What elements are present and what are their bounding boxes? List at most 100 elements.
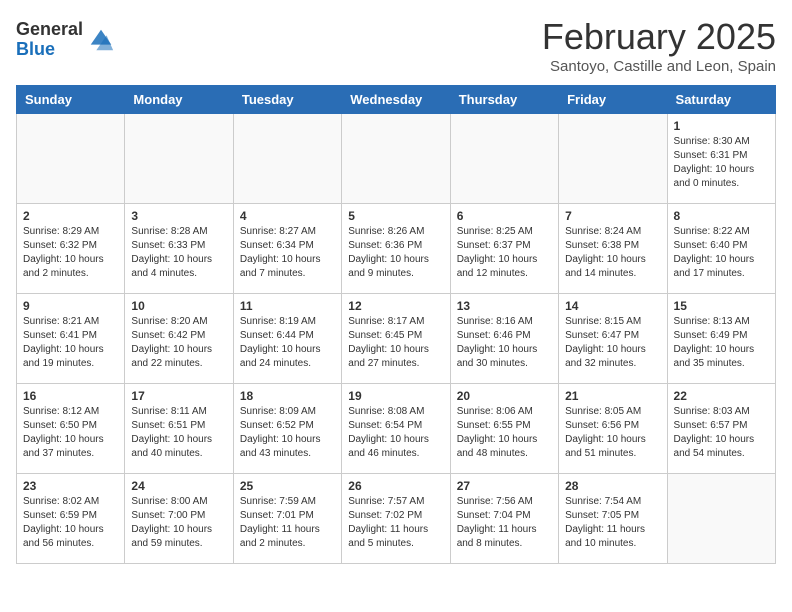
calendar-cell: 22Sunrise: 8:03 AM Sunset: 6:57 PM Dayli… [667,384,775,474]
day-info: Sunrise: 7:56 AM Sunset: 7:04 PM Dayligh… [457,495,552,551]
day-info: Sunrise: 7:54 AM Sunset: 7:05 PM Dayligh… [565,495,660,551]
column-header-monday: Monday [125,86,233,114]
calendar-cell [17,114,125,204]
week-row-5: 23 Sunrise: 8:02 AM Sunset: 6:59 PM Dayli… [17,474,776,564]
day-number: 24 [131,479,226,493]
day-number: 9 [23,299,118,313]
day-info: Sunrise: 7:57 AM Sunset: 7:02 PM Dayligh… [348,495,443,551]
column-header-saturday: Saturday [667,86,775,114]
logo-icon [87,26,115,54]
day-number: 13 [457,299,552,313]
calendar-cell: 9 Sunrise: 8:21 AM Sunset: 6:41 PM Daylig… [17,294,125,384]
day-info: Sunrise: 8:29 AM Sunset: 6:32 PM Dayligh… [23,225,118,281]
day-number: 23 [23,479,118,493]
day-info: Sunrise: 8:22 AM Sunset: 6:40 PM Dayligh… [674,225,769,281]
day-number: 28 [565,479,660,493]
calendar-cell: 6Sunrise: 8:25 AM Sunset: 6:37 PM Daylig… [450,204,558,294]
calendar-cell: 12 Sunrise: 8:17 AM Sunset: 6:45 PM Dayli… [342,294,450,384]
day-number: 5 [348,209,443,223]
calendar: SundayMondayTuesdayWednesdayThursdayFrid… [16,85,776,564]
day-number: 8 [674,209,769,223]
day-info: Sunrise: 7:59 AM Sunset: 7:01 PM Dayligh… [240,495,335,551]
subtitle: Santoyo, Castille and Leon, Spain [542,58,776,75]
day-info: Sunrise: 8:17 AM Sunset: 6:45 PM Dayligh… [348,315,443,371]
calendar-cell: 8 Sunrise: 8:22 AM Sunset: 6:40 PM Daylig… [667,204,775,294]
day-number: 27 [457,479,552,493]
calendar-cell: 3Sunrise: 8:28 AM Sunset: 6:33 PM Daylig… [125,204,233,294]
day-number: 7 [565,209,660,223]
calendar-cell: 23 Sunrise: 8:02 AM Sunset: 6:59 PM Dayli… [17,474,125,564]
day-info: Sunrise: 8:06 AM Sunset: 6:55 PM Dayligh… [457,405,552,461]
calendar-cell: 21 Sunrise: 8:05 AM Sunset: 6:56 PM Dayli… [559,384,667,474]
day-number: 2 [23,209,118,223]
calendar-cell: 4Sunrise: 8:27 AM Sunset: 6:34 PM Daylig… [233,204,341,294]
calendar-cell: 19Sunrise: 8:08 AM Sunset: 6:54 PM Dayli… [342,384,450,474]
calendar-cell: 24Sunrise: 8:00 AM Sunset: 7:00 PM Dayli… [125,474,233,564]
day-info: Sunrise: 8:13 AM Sunset: 6:49 PM Dayligh… [674,315,769,371]
calendar-cell: 10 Sunrise: 8:20 AM Sunset: 6:42 PM Dayli… [125,294,233,384]
day-number: 26 [348,479,443,493]
day-number: 1 [674,119,769,133]
day-number: 10 [131,299,226,313]
calendar-cell: 25 Sunrise: 7:59 AM Sunset: 7:01 PM Dayli… [233,474,341,564]
day-number: 17 [131,389,226,403]
day-number: 12 [348,299,443,313]
calendar-cell [233,114,341,204]
day-number: 3 [131,209,226,223]
day-number: 11 [240,299,335,313]
day-info: Sunrise: 8:25 AM Sunset: 6:37 PM Dayligh… [457,225,552,281]
logo-blue: Blue [16,40,83,60]
calendar-cell [559,114,667,204]
calendar-cell: 20Sunrise: 8:06 AM Sunset: 6:55 PM Dayli… [450,384,558,474]
calendar-cell [667,474,775,564]
month-title: February 2025 [542,16,776,58]
day-info: Sunrise: 8:11 AM Sunset: 6:51 PM Dayligh… [131,405,226,461]
day-info: Sunrise: 8:30 AM Sunset: 6:31 PM Dayligh… [674,135,769,191]
day-info: Sunrise: 8:03 AM Sunset: 6:57 PM Dayligh… [674,405,769,461]
calendar-cell: 16Sunrise: 8:12 AM Sunset: 6:50 PM Dayli… [17,384,125,474]
week-row-3: 9 Sunrise: 8:21 AM Sunset: 6:41 PM Daylig… [17,294,776,384]
day-info: Sunrise: 8:21 AM Sunset: 6:41 PM Dayligh… [23,315,118,371]
day-info: Sunrise: 8:08 AM Sunset: 6:54 PM Dayligh… [348,405,443,461]
calendar-cell: 11 Sunrise: 8:19 AM Sunset: 6:44 PM Dayli… [233,294,341,384]
calendar-cell: 2 Sunrise: 8:29 AM Sunset: 6:32 PM Daylig… [17,204,125,294]
day-info: Sunrise: 8:15 AM Sunset: 6:47 PM Dayligh… [565,315,660,371]
calendar-cell: 7 Sunrise: 8:24 AM Sunset: 6:38 PM Daylig… [559,204,667,294]
day-number: 4 [240,209,335,223]
week-row-4: 16Sunrise: 8:12 AM Sunset: 6:50 PM Dayli… [17,384,776,474]
column-header-tuesday: Tuesday [233,86,341,114]
column-header-thursday: Thursday [450,86,558,114]
day-info: Sunrise: 8:12 AM Sunset: 6:50 PM Dayligh… [23,405,118,461]
day-info: Sunrise: 8:26 AM Sunset: 6:36 PM Dayligh… [348,225,443,281]
calendar-cell: 26 Sunrise: 7:57 AM Sunset: 7:02 PM Dayli… [342,474,450,564]
calendar-cell: 28 Sunrise: 7:54 AM Sunset: 7:05 PM Dayli… [559,474,667,564]
day-number: 18 [240,389,335,403]
calendar-cell [450,114,558,204]
column-header-wednesday: Wednesday [342,86,450,114]
day-number: 15 [674,299,769,313]
column-header-friday: Friday [559,86,667,114]
calendar-cell [125,114,233,204]
day-info: Sunrise: 8:02 AM Sunset: 6:59 PM Dayligh… [23,495,118,551]
calendar-cell: 27 Sunrise: 7:56 AM Sunset: 7:04 PM Dayli… [450,474,558,564]
day-info: Sunrise: 8:05 AM Sunset: 6:56 PM Dayligh… [565,405,660,461]
day-info: Sunrise: 8:20 AM Sunset: 6:42 PM Dayligh… [131,315,226,371]
calendar-cell: 13Sunrise: 8:16 AM Sunset: 6:46 PM Dayli… [450,294,558,384]
calendar-cell: 1 Sunrise: 8:30 AM Sunset: 6:31 PM Daylig… [667,114,775,204]
day-info: Sunrise: 8:09 AM Sunset: 6:52 PM Dayligh… [240,405,335,461]
calendar-cell: 18 Sunrise: 8:09 AM Sunset: 6:52 PM Dayli… [233,384,341,474]
calendar-cell: 14 Sunrise: 8:15 AM Sunset: 6:47 PM Dayli… [559,294,667,384]
day-number: 14 [565,299,660,313]
day-number: 25 [240,479,335,493]
calendar-cell [342,114,450,204]
week-row-2: 2 Sunrise: 8:29 AM Sunset: 6:32 PM Daylig… [17,204,776,294]
logo: General Blue [16,20,115,60]
week-row-1: 1 Sunrise: 8:30 AM Sunset: 6:31 PM Daylig… [17,114,776,204]
day-info: Sunrise: 8:19 AM Sunset: 6:44 PM Dayligh… [240,315,335,371]
day-number: 21 [565,389,660,403]
logo-general: General [16,20,83,40]
title-area: February 2025 Santoyo, Castille and Leon… [542,16,776,75]
header: General Blue February 2025 Santoyo, Cast… [16,16,776,75]
column-header-sunday: Sunday [17,86,125,114]
day-info: Sunrise: 8:24 AM Sunset: 6:38 PM Dayligh… [565,225,660,281]
